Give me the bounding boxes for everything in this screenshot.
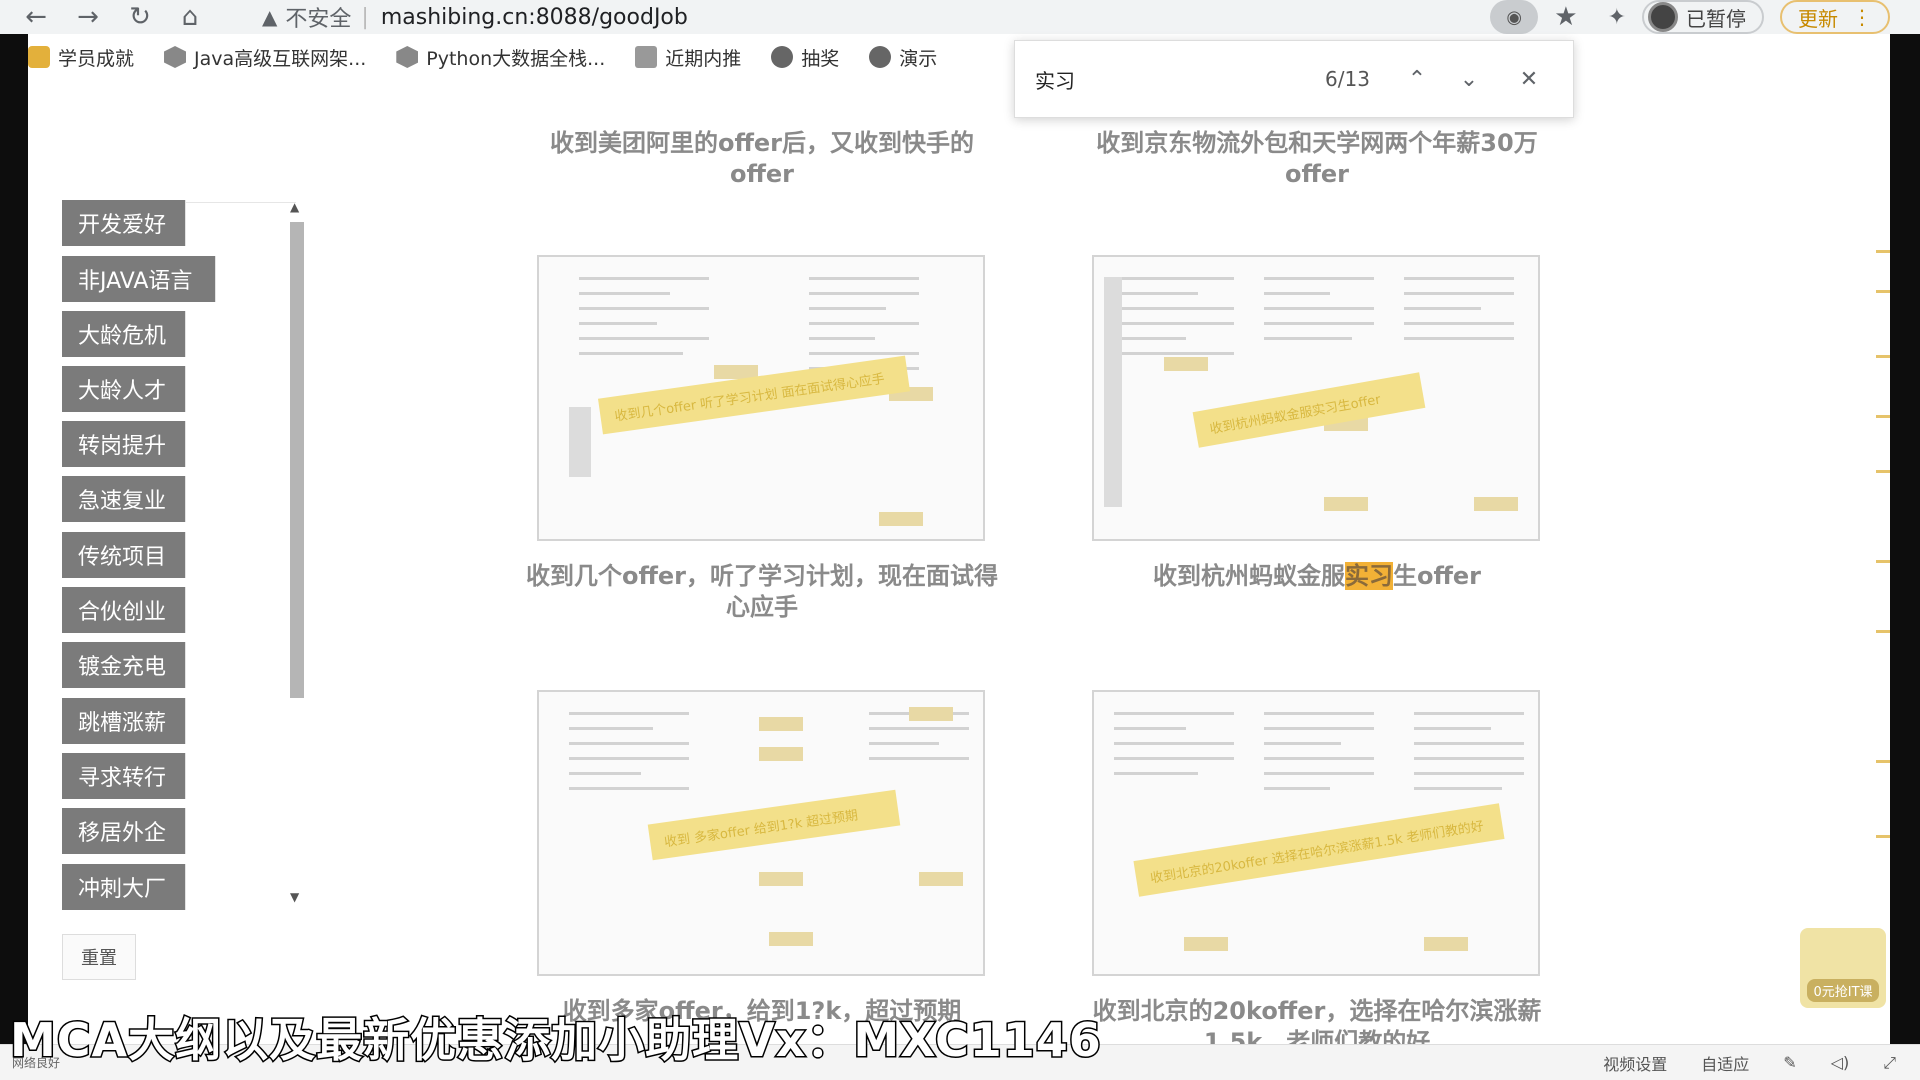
sidebar-item[interactable]: 开发爱好 [62,200,186,246]
bookmark-item[interactable]: 抽奖 [771,44,839,71]
bookmark-star-icon[interactable]: ★ [1554,2,1577,32]
sidebar-item[interactable]: 急速复业 [62,476,186,522]
toolbar-actions: ◉ ★ ✦ 已暂停 更新 ⋮ [1490,0,1890,34]
find-marker [1876,835,1890,838]
bookmark-item[interactable]: 学员成就 [28,44,134,71]
warning-icon: ▲ [262,5,278,29]
sidebar-item[interactable]: 移居外企 [62,808,186,854]
security-label: 不安全 [285,7,352,32]
extensions-icon[interactable]: ✦ [1608,5,1626,30]
globe-icon [771,46,794,68]
find-previous-icon[interactable]: ⌃ [1397,67,1437,92]
profile-button[interactable]: 已暂停 [1642,0,1764,34]
card-image[interactable]: 收到几个offer 听了学习计划 面在面试得心应手 [537,255,985,541]
address-separator: | [361,4,369,30]
browser-toolbar: ← → ↻ ⌂ ▲ 不安全 | mashibing.cn:8088/goodJo… [0,0,1920,34]
find-marker [1876,470,1890,473]
bookmark-item[interactable]: Python大数据全栈... [396,44,605,71]
scrollbar-thumb[interactable] [290,222,304,698]
card-image[interactable]: 收到 多家offer 给到1?k 超过预期 [537,690,985,976]
update-button[interactable]: 更新 ⋮ [1780,0,1890,34]
card-image[interactable]: 收到北京的20koffer 选择在哈尔滨涨薪1.5k 老师们教的好 [1092,690,1540,976]
find-marker [1876,355,1890,358]
left-video-border [0,34,28,1044]
card-caption: 收到杭州蚂蚁金服实习生offer [1152,562,1482,590]
find-next-icon[interactable]: ⌄ [1449,67,1489,92]
category-sidebar: 开发爱好 非JAVA语言 大龄危机 大龄人才 转岗提升 急速复业 传统项目 合伙… [62,200,312,910]
sidebar-item[interactable]: 合伙创业 [62,587,186,633]
video-subtitle: MCA大纲以及最新优惠添加小助理Vx：MXC1146 [9,1012,1103,1069]
bookmark-item[interactable]: 近期内推 [635,44,741,71]
find-count: 6/13 [1325,67,1370,91]
fullscreen-icon[interactable]: ⤢ [1883,1053,1896,1073]
sidebar-item[interactable]: 寻求转行 [62,753,186,799]
find-marker [1876,415,1890,418]
video-settings-button[interactable]: 视频设置 [1603,1051,1667,1075]
profile-status: 已暂停 [1686,6,1746,31]
volume-icon[interactable]: ◁) [1831,1053,1850,1072]
video-controls: 视频设置 自适应 ✎ ◁) ⤢ [1603,1051,1896,1075]
sidebar-item[interactable]: 冲刺大厂 [62,864,186,910]
camera-icon[interactable]: ◉ [1490,0,1539,34]
card-caption: 收到京东物流外包和天学网两个年薪30万offer [1096,129,1538,188]
hexagon-icon [164,46,187,68]
divider [186,202,296,203]
find-bar: 6/13 ⌃ ⌄ ✕ [1014,40,1574,118]
sidebar-item[interactable]: 跳槽涨薪 [62,698,186,744]
find-marker [1876,760,1890,763]
address-bar[interactable]: ▲ 不安全 | mashibing.cn:8088/goodJob [262,2,688,33]
find-marker [1876,630,1890,633]
back-icon[interactable]: ← [18,2,54,32]
sidebar-item[interactable]: 传统项目 [62,532,186,578]
forward-icon[interactable]: → [70,2,106,32]
promo-widget[interactable]: 0元抢IT课 [1800,928,1886,1008]
share-icon [635,46,658,68]
find-highlight: 实习 [1344,562,1393,590]
find-input[interactable] [1035,67,1275,91]
bookmarks-bar: 学员成就 Java高级互联网架... Python大数据全栈... 近期内推 抽… [28,42,937,72]
sidebar-item[interactable]: 大龄危机 [62,311,186,357]
sidebar-item[interactable]: 大龄人才 [62,366,186,412]
bookmark-item[interactable]: Java高级互联网架... [164,44,366,71]
find-marker [1876,250,1890,253]
globe-icon [869,46,892,68]
menu-icon[interactable]: ⋮ [1852,5,1872,29]
right-video-border [1890,34,1920,1044]
avatar [1648,2,1678,32]
sidebar-item[interactable]: 转岗提升 [62,421,186,467]
promo-label: 0元抢IT课 [1807,979,1879,1002]
hexagon-icon [396,46,419,68]
folder-icon [28,46,50,68]
bookmark-item[interactable]: 演示 [869,44,937,71]
update-label: 更新 [1798,6,1838,31]
card-image[interactable]: 收到杭州蚂蚁金服实习生offer [1092,255,1540,541]
card-caption: 收到美团阿里的offer后，又收到快手的offer [549,129,975,188]
find-close-icon[interactable]: ✕ [1509,67,1549,92]
scroll-down-icon[interactable]: ▼ [290,890,299,904]
fit-button[interactable]: 自适应 [1701,1051,1749,1075]
pen-icon[interactable]: ✎ [1783,1053,1796,1072]
card-caption: 收到几个offer，听了学习计划，现在面试得心应手 [525,562,999,621]
find-marker [1876,560,1890,563]
sidebar-item[interactable]: 非JAVA语言 [62,256,216,302]
scroll-up-icon[interactable]: ▲ [290,200,299,214]
sidebar-item[interactable]: 镀金充电 [62,642,186,688]
reset-button[interactable]: 重置 [62,934,136,980]
url-text[interactable]: mashibing.cn:8088/goodJob [381,5,688,30]
home-icon[interactable]: ⌂ [172,2,208,32]
sidebar-scrollbar[interactable]: ▲ ▼ [286,200,308,910]
reload-icon[interactable]: ↻ [122,2,158,32]
find-marker [1876,290,1890,293]
